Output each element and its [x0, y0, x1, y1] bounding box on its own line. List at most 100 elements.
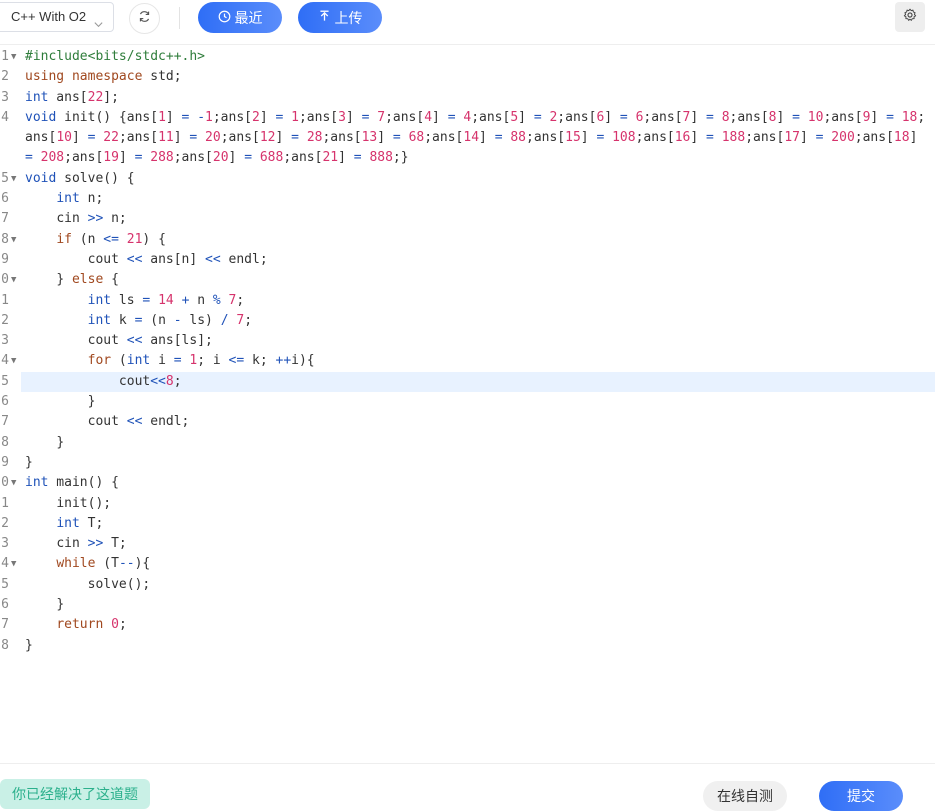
code-line[interactable]: 8 ▼ if (n <= 21) {	[0, 230, 935, 250]
line-number: 3	[1, 89, 9, 105]
footer-divider	[0, 763, 935, 764]
reset-code-button[interactable]	[129, 3, 160, 34]
code-line[interactable]: 7 cout << endl;	[0, 412, 935, 432]
code-line-text: int main() {	[25, 475, 119, 491]
line-number: 5	[1, 170, 9, 186]
line-number: 5	[1, 576, 9, 592]
code-line-text: for (int i = 1; i <= k; ++i){	[87, 353, 315, 369]
code-line[interactable]: 6 int n;	[0, 189, 935, 209]
toolbar-divider	[179, 7, 180, 29]
code-line-text: void init() {ans[1] = -1;ans[2] = 1;ans[…	[25, 109, 926, 166]
code-line[interactable]: 1 init();	[0, 494, 935, 514]
code-line-text: int k = (n - ls) / 7;	[87, 312, 253, 328]
code-line[interactable]: 5 ▼ void solve() {	[0, 169, 935, 189]
code-line[interactable]: 0 ▼ } else {	[0, 270, 935, 290]
fold-arrow-icon[interactable]: ▼	[11, 554, 16, 574]
code-line-text: solve();	[25, 576, 151, 592]
code-line-text: }	[25, 394, 96, 410]
recent-button-label: 最近	[234, 9, 263, 26]
refresh-icon	[138, 10, 151, 28]
upload-icon	[318, 10, 331, 26]
fold-arrow-icon[interactable]: ▼	[11, 270, 16, 290]
line-number: 6	[1, 394, 9, 410]
code-line[interactable]: 8 }	[0, 433, 935, 453]
code-editor[interactable]: 1 ▼ #include<bits/stdc++.h> 2 using name…	[0, 47, 935, 759]
line-number: 0	[1, 475, 9, 491]
line-number: 8	[1, 434, 9, 450]
line-number: 2	[1, 69, 9, 85]
code-line-text: if (n <= 21) {	[56, 231, 166, 247]
line-number: 4	[1, 109, 9, 125]
code-line[interactable]: 2 int k = (n - ls) / 7;	[0, 311, 935, 331]
code-line[interactable]: 4 void init() {ans[1] = -1;ans[2] = 1;an…	[0, 108, 935, 169]
fold-arrow-icon[interactable]: ▼	[11, 169, 16, 189]
code-line[interactable]: 6 }	[0, 392, 935, 412]
line-number: 1	[1, 495, 9, 511]
line-number: 8	[1, 231, 9, 247]
code-line-text: int T;	[56, 515, 104, 531]
language-select[interactable]: C++ With O2	[0, 2, 114, 32]
code-line[interactable]: 7 cin >> n;	[0, 209, 935, 229]
code-line-text: cin >> n;	[25, 211, 127, 227]
code-line[interactable]: 4 ▼ for (int i = 1; i <= k; ++i){	[0, 351, 935, 371]
code-line-text: while (T--){	[56, 556, 151, 572]
fold-arrow-icon[interactable]: ▼	[11, 47, 16, 67]
line-number: 4	[1, 353, 9, 369]
code-line[interactable]: 3 cin >> T;	[0, 534, 935, 554]
code-line[interactable]: 8 }	[0, 636, 935, 656]
line-number: 1	[1, 49, 9, 64]
line-number: 6	[1, 597, 9, 613]
code-line[interactable]: 3 int ans[22];	[0, 88, 935, 108]
line-number: 9	[1, 454, 9, 470]
code-line[interactable]: 1 int ls = 14 + n % 7;	[0, 291, 935, 311]
code-line[interactable]: 1 ▼ #include<bits/stdc++.h>	[0, 47, 935, 67]
line-number: 3	[1, 333, 9, 349]
code-line-text: int ls = 14 + n % 7;	[87, 292, 245, 308]
upload-button[interactable]: 上传	[298, 2, 382, 33]
code-line-text: cin >> T;	[25, 536, 127, 552]
clock-icon	[218, 10, 231, 26]
code-line-text: cout << ans[n] << endl;	[25, 251, 268, 267]
code-line-text: } else {	[25, 272, 119, 288]
code-line[interactable]: 5 solve();	[0, 575, 935, 595]
code-line[interactable]: 2 using namespace std;	[0, 67, 935, 87]
submit-button[interactable]: 提交	[819, 781, 903, 811]
line-number: 6	[1, 191, 9, 207]
line-number: 8	[1, 637, 9, 653]
code-line-text: cout<<8;	[25, 373, 182, 389]
fold-arrow-icon[interactable]: ▼	[11, 230, 16, 250]
fold-arrow-icon[interactable]: ▼	[11, 351, 16, 371]
code-line[interactable]: 9 }	[0, 453, 935, 473]
self-test-button[interactable]: 在线自测	[703, 781, 787, 811]
code-line-text: return 0;	[56, 617, 127, 633]
code-line[interactable]: 7 return 0;	[0, 615, 935, 635]
line-number: 9	[1, 251, 9, 267]
code-line[interactable]: 0 ▼ int main() {	[0, 473, 935, 493]
line-number: 3	[1, 536, 9, 552]
solved-status-badge: 你已经解决了这道题	[0, 779, 150, 809]
line-number: 2	[1, 312, 9, 328]
line-number: 5	[1, 373, 9, 389]
line-number: 2	[1, 515, 9, 531]
code-line[interactable]: 3 cout << ans[ls];	[0, 331, 935, 351]
editor-toolbar: C++ With O2 最近 上传	[0, 0, 935, 45]
code-line[interactable]: 6 }	[0, 595, 935, 615]
code-line[interactable]: 4 ▼ while (T--){	[0, 554, 935, 574]
code-line-active[interactable]: 5 cout<<8;	[0, 371, 935, 393]
code-line-text: using namespace std;	[25, 69, 182, 85]
recent-button[interactable]: 最近	[198, 2, 282, 33]
line-number: 4	[1, 556, 9, 572]
fold-arrow-icon[interactable]: ▼	[11, 473, 16, 493]
code-line-text: }	[25, 637, 33, 653]
code-line-text: }	[25, 434, 65, 450]
settings-button[interactable]	[895, 2, 925, 32]
code-line[interactable]: 2 int T;	[0, 514, 935, 534]
code-line[interactable]: 9 cout << ans[n] << endl;	[0, 250, 935, 270]
code-line-text: }	[25, 454, 33, 470]
line-number: 0	[1, 272, 9, 288]
code-line-text: cout << endl;	[25, 414, 190, 430]
code-line-text: #include<bits/stdc++.h>	[25, 49, 206, 64]
upload-button-label: 上传	[334, 9, 363, 26]
line-number: 1	[1, 292, 9, 308]
code-line-text: }	[25, 597, 65, 613]
